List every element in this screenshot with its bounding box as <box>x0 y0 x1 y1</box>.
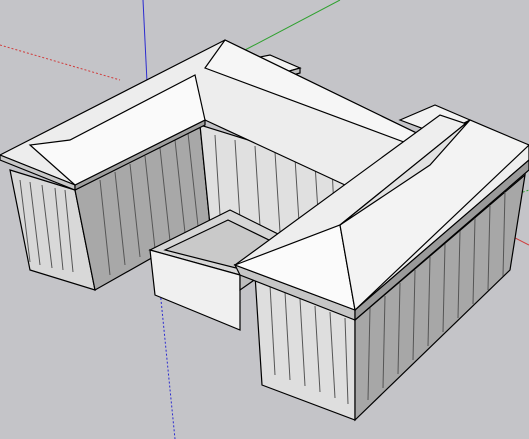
model-viewport[interactable] <box>0 0 529 439</box>
blue-axis-dotted <box>159 289 176 439</box>
green-axis <box>244 0 341 51</box>
3d-scene[interactable] <box>0 0 529 439</box>
red-axis-dotted <box>0 44 121 81</box>
blue-axis <box>142 0 148 83</box>
